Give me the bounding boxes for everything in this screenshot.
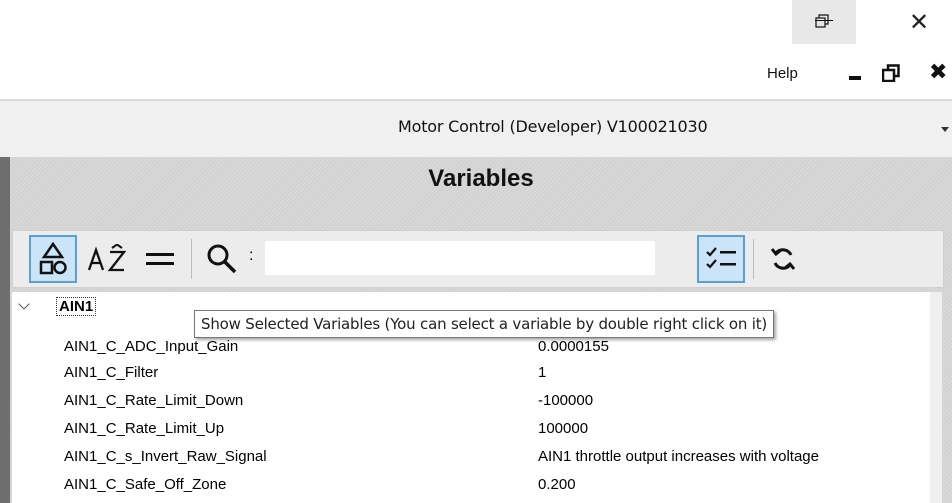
variable-name: AIN1_C_Safe_Off_Zone <box>64 476 227 493</box>
mdi-close-button[interactable]: ✖ <box>929 59 947 85</box>
variable-value: AIN1 throttle output increases with volt… <box>538 448 819 465</box>
refresh-button[interactable] <box>759 235 807 283</box>
variable-name: AIN1_C_Rate_Limit_Down <box>64 392 244 409</box>
variable-value: 0.200 <box>538 476 576 493</box>
search-colon: : <box>249 247 254 264</box>
variable-name: AIN1_C_Rate_Limit_Up <box>64 420 225 437</box>
table-row[interactable]: AIN1_C_ADC_Input_Gain 0.0000155 <box>12 336 930 358</box>
table-row[interactable]: AIN1_C_Rate_Limit_Down -100000 <box>12 390 930 412</box>
chevron-down-icon[interactable] <box>18 298 30 310</box>
vertical-scrollbar[interactable] <box>930 292 942 503</box>
toolbar-separator <box>753 239 754 279</box>
equals-list-icon <box>146 253 174 265</box>
table-row[interactable]: AIN1_C_Safe_Off_Zone 0.200 <box>12 474 930 496</box>
mdi-restore-button[interactable] <box>882 64 900 82</box>
tooltip: Show Selected Variables (You can select … <box>194 310 775 338</box>
variable-value: 100000 <box>538 420 589 437</box>
variable-value: -100000 <box>538 392 594 409</box>
checklist-icon <box>706 247 736 269</box>
search-input[interactable] <box>265 241 655 275</box>
variable-name: AIN1_C_s_Invert_Raw_Signal <box>64 448 267 465</box>
variable-value: 1 <box>538 364 547 381</box>
toolbar-separator <box>191 239 192 279</box>
search-button[interactable] <box>197 235 247 283</box>
dropdown-arrow-icon[interactable] <box>941 127 949 132</box>
panel-title: Variables <box>428 165 534 192</box>
table-row[interactable]: AIN1_C_s_Invert_Raw_Signal AIN1 throttle… <box>12 446 930 468</box>
window-restore-button[interactable] <box>815 14 829 28</box>
show-selected-variables-button[interactable] <box>697 235 745 283</box>
variable-name: AIN1_C_Filter <box>64 364 159 381</box>
refresh-icon <box>770 248 796 270</box>
category-icon <box>39 241 67 275</box>
table-row[interactable]: AIN1_C_Rate_Limit_Up 100000 <box>12 418 930 440</box>
search-icon <box>207 244 237 274</box>
app-selector-dropdown[interactable]: Motor Control (Developer) V100021030 <box>398 117 708 136</box>
group-by-category-button[interactable] <box>29 235 77 283</box>
tree-group-label[interactable]: AIN1 <box>56 297 97 316</box>
window-close-button[interactable]: ✕ <box>909 8 929 37</box>
sort-alphabetical-button[interactable] <box>83 235 133 283</box>
menu-help[interactable]: Help <box>767 65 798 82</box>
mdi-minimize-button[interactable] <box>849 76 861 80</box>
variable-value: 0.0000155 <box>538 338 609 355</box>
table-row[interactable]: AIN1_C_Filter 1 <box>12 362 930 384</box>
variable-name: AIN1_C_ADC_Input_Gain <box>64 338 239 355</box>
tree-group-ain1[interactable]: AIN1 <box>12 294 212 318</box>
flat-list-button[interactable] <box>135 235 185 283</box>
variables-toolbar: : <box>12 230 944 288</box>
sort-az-icon <box>87 244 127 272</box>
